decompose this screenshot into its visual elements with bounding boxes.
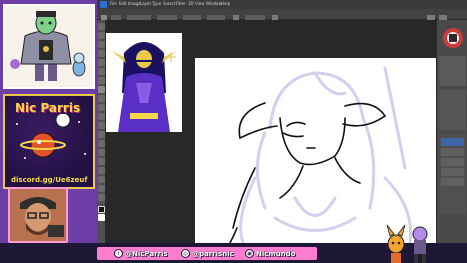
menu-select[interactable]: Select: [163, 1, 175, 6]
layer-row-active[interactable]: [441, 138, 464, 146]
crosshair-cursor-icon: [166, 52, 176, 62]
menu-view[interactable]: View: [195, 1, 205, 6]
properties-panel[interactable]: [439, 56, 466, 86]
menu-file[interactable]: File: [110, 1, 117, 6]
discord-link[interactable]: discord.gg/Ue6zeuf: [11, 176, 87, 184]
menu-help[interactable]: Help: [221, 1, 230, 6]
layer-row[interactable]: [441, 158, 464, 166]
move-tool-icon[interactable]: [98, 23, 105, 30]
layer-row[interactable]: [441, 168, 464, 176]
menu-window[interactable]: Window: [206, 1, 222, 6]
layer-row[interactable]: [441, 178, 464, 186]
photoshop-menu-bar: File Edit Image Layer Type Select Filter…: [97, 0, 467, 9]
green-character-illustration: [5, 6, 93, 87]
crop-tool-icon[interactable]: [98, 59, 105, 66]
menu-image[interactable]: Image: [128, 1, 141, 6]
social-instagram: ◎ @parrisnic: [181, 248, 234, 259]
background-color-swatch[interactable]: [98, 214, 105, 221]
twitch-handle: Nicmundo: [256, 249, 296, 258]
character-art-panel: [3, 4, 95, 89]
twitter-icon: t: [114, 249, 123, 258]
sketch-drawing: [195, 58, 436, 243]
instagram-icon: ◎: [181, 249, 190, 258]
mascot-characters: [386, 224, 428, 263]
photoshop-logo-icon: [100, 1, 107, 8]
twitter-handle: @NicParris: [125, 249, 168, 258]
streamer-name: Nic Parris: [15, 101, 81, 115]
main-canvas[interactable]: [195, 58, 436, 243]
lasso-tool-icon[interactable]: [98, 41, 105, 48]
social-twitch: ▣ Nicmundo: [245, 248, 296, 259]
adjustments-panel[interactable]: [439, 90, 466, 130]
dodge-tool-icon[interactable]: [98, 140, 105, 147]
blur-tool-icon[interactable]: [98, 131, 105, 138]
shape-tool-icon[interactable]: [98, 176, 105, 183]
brush-tool-icon[interactable]: [98, 86, 105, 93]
planet-logo-icon: [16, 114, 86, 159]
twitch-icon: ▣: [245, 249, 254, 258]
zoom-tool-icon[interactable]: [98, 194, 105, 201]
tools-panel: [97, 20, 106, 243]
hand-tool-icon[interactable]: [98, 185, 105, 192]
pen-tool-icon[interactable]: [98, 149, 105, 156]
options-bar: [97, 9, 467, 21]
history-brush-tool-icon[interactable]: [98, 104, 105, 111]
menu-layer[interactable]: Layer: [140, 1, 151, 6]
brand-panel: Nic Parris discord.gg/Ue6zeuf: [3, 94, 95, 189]
quick-select-tool-icon[interactable]: [98, 50, 105, 57]
reference-image-window[interactable]: [106, 33, 182, 132]
menu-edit[interactable]: Edit: [119, 1, 127, 6]
gradient-tool-icon[interactable]: [98, 122, 105, 129]
social-twitter: t @NicParris: [114, 248, 168, 259]
marquee-tool-icon[interactable]: [98, 32, 105, 39]
type-tool-icon[interactable]: [98, 158, 105, 165]
menu-3d[interactable]: 3D: [188, 1, 194, 6]
stamp-tool-icon[interactable]: [98, 95, 105, 102]
eyedropper-tool-icon[interactable]: [98, 68, 105, 75]
right-panels: [436, 20, 467, 243]
reference-character-illustration: [106, 33, 182, 132]
healing-tool-icon[interactable]: [98, 77, 105, 84]
webcam-feed: [8, 187, 68, 243]
streamer-avatar: [10, 189, 66, 241]
eraser-tool-icon[interactable]: [98, 113, 105, 120]
menu-type[interactable]: Type: [152, 1, 161, 6]
instagram-handle: @parrisnic: [192, 249, 234, 258]
menu-filter[interactable]: Filter: [176, 1, 186, 6]
foreground-color-swatch[interactable]: [98, 206, 105, 213]
path-select-tool-icon[interactable]: [98, 167, 105, 174]
layer-row[interactable]: [441, 148, 464, 156]
